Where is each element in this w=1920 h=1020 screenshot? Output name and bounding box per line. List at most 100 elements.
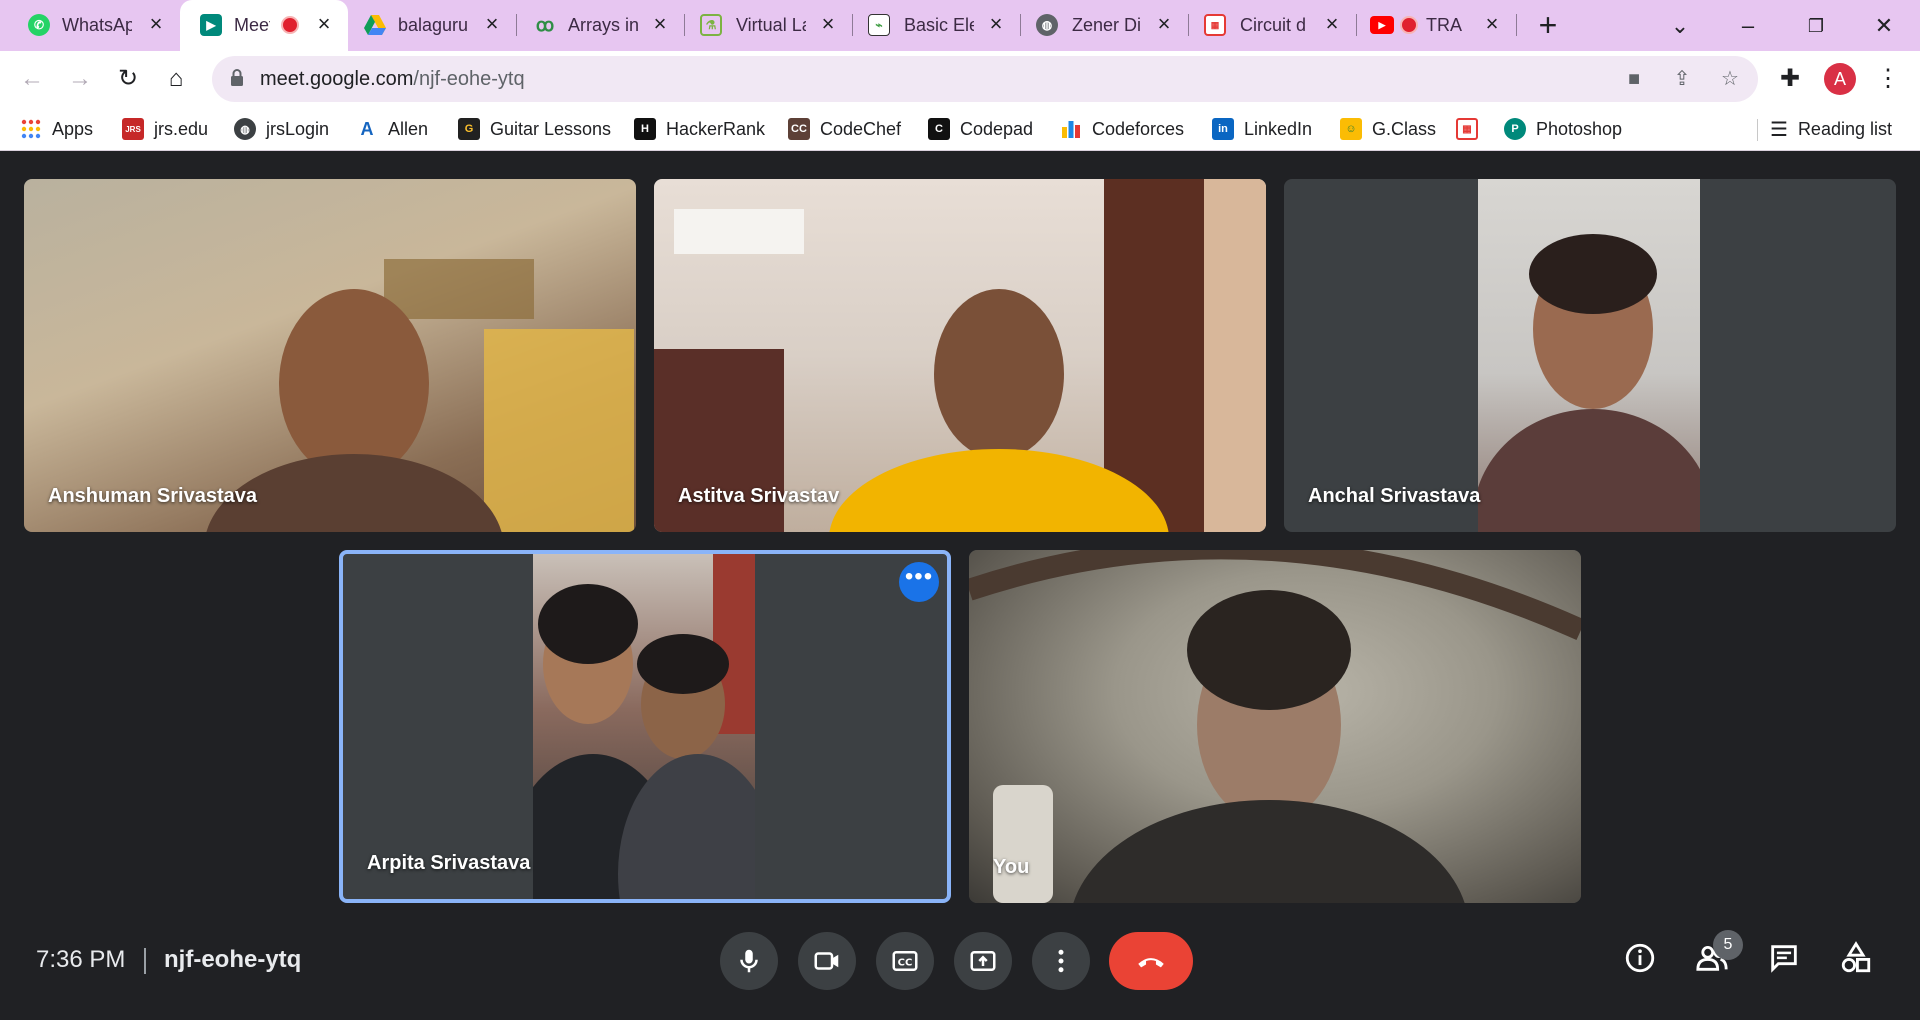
meeting-details-button[interactable] bbox=[1618, 936, 1662, 980]
bookmark-apps[interactable]: Apps bbox=[20, 114, 93, 144]
photoshop-icon: P bbox=[1504, 118, 1526, 140]
url-host: meet.google.com bbox=[260, 68, 414, 90]
whatsapp-icon: ✆ bbox=[28, 14, 50, 36]
bookmark-jrs-edu[interactable]: JRS jrs.edu bbox=[122, 114, 208, 144]
lock-icon bbox=[231, 69, 243, 86]
close-icon[interactable]: × bbox=[1320, 12, 1344, 36]
close-icon[interactable]: × bbox=[312, 12, 336, 36]
google-meet-icon: ▶ bbox=[200, 14, 222, 36]
tab-virtual-lab[interactable]: ⚗ Virtual La × bbox=[684, 0, 853, 51]
tab-circuit[interactable]: ▦ Circuit d × bbox=[1188, 0, 1357, 51]
close-icon[interactable]: × bbox=[648, 12, 672, 36]
bookmark-codepad[interactable]: C Codepad bbox=[928, 114, 1033, 144]
participant-video bbox=[24, 179, 636, 532]
bookmark-gclass[interactable]: ☺ G.Class bbox=[1340, 114, 1436, 144]
close-icon[interactable]: × bbox=[984, 12, 1008, 36]
bookmark-codeforces[interactable]: Codeforces bbox=[1060, 114, 1184, 144]
tab-search-icon[interactable]: ⌄ bbox=[1660, 6, 1700, 46]
close-icon[interactable]: × bbox=[144, 12, 168, 36]
camera-in-use-icon[interactable]: ■ bbox=[1622, 67, 1646, 91]
bookmark-label: Apps bbox=[52, 118, 94, 139]
participant-video bbox=[654, 179, 1266, 532]
tab-basic-ele[interactable]: ⌁ Basic Ele × bbox=[852, 0, 1021, 51]
address-bar[interactable]: meet.google.com/njf-eohe-ytq ■ ⇪ ☆ bbox=[212, 56, 1758, 102]
back-icon[interactable]: ← bbox=[14, 61, 50, 97]
tab-title: WhatsApp bbox=[62, 15, 132, 35]
captions-button[interactable]: CC bbox=[876, 932, 934, 990]
bookmark-photoshop[interactable]: P Photoshop bbox=[1504, 114, 1622, 144]
participant-video bbox=[969, 550, 1581, 903]
reading-list-icon: ☰ bbox=[1770, 118, 1788, 141]
reading-list-button[interactable]: ☰ Reading list bbox=[1770, 114, 1892, 144]
tab-zener[interactable]: ◍ Zener Di × bbox=[1020, 0, 1189, 51]
present-screen-button[interactable] bbox=[954, 932, 1012, 990]
virtual-lab-icon: ⚗ bbox=[700, 14, 722, 36]
new-tab-button[interactable]: + bbox=[1530, 8, 1566, 44]
microphone-button[interactable] bbox=[720, 932, 778, 990]
close-icon[interactable]: × bbox=[1152, 12, 1176, 36]
tab-meet[interactable]: ▶ Meet × bbox=[180, 0, 348, 51]
bookmark-hackerrank[interactable]: H HackerRank bbox=[634, 114, 765, 144]
close-window-button[interactable]: ✕ bbox=[1864, 6, 1904, 46]
chat-button[interactable] bbox=[1762, 936, 1806, 980]
meeting-clock: 7:36 PM bbox=[36, 946, 126, 973]
home-icon[interactable]: ⌂ bbox=[158, 61, 194, 97]
bookmark-guitar-lessons[interactable]: G Guitar Lessons bbox=[458, 114, 611, 144]
url-text: meet.google.com/njf-eohe-ytq bbox=[260, 68, 525, 91]
close-icon[interactable]: × bbox=[816, 12, 840, 36]
bookmarks-divider bbox=[1757, 119, 1758, 141]
bookmark-label: Allen bbox=[388, 118, 429, 139]
tab-strip: ✆ WhatsApp × ▶ Meet × balaguru × ꝏ Array… bbox=[0, 0, 1920, 51]
bookmark-label: Photoshop bbox=[1536, 118, 1623, 139]
closed-captions-icon: CC bbox=[892, 951, 918, 971]
bookmark-jrslogin[interactable]: ◍ jrsLogin bbox=[234, 114, 329, 144]
bookmark-label: Codepad bbox=[960, 118, 1034, 139]
forward-icon[interactable]: → bbox=[62, 61, 98, 97]
reload-icon[interactable]: ↻ bbox=[110, 61, 146, 97]
globe-icon: ◍ bbox=[1036, 14, 1058, 36]
tab-youtube[interactable]: ▶ TRAN × bbox=[1356, 0, 1517, 51]
participant-name: Anchal Srivastava bbox=[1308, 485, 1481, 507]
bookmark-star-icon[interactable]: ☆ bbox=[1718, 67, 1742, 91]
participant-tile-you[interactable]: You bbox=[969, 550, 1581, 903]
bookmark-allen[interactable]: A Allen bbox=[356, 114, 429, 144]
more-options-button[interactable] bbox=[1032, 932, 1090, 990]
bookmark-codechef[interactable]: CC CodeChef bbox=[788, 114, 901, 144]
restore-button[interactable]: ❐ bbox=[1796, 6, 1836, 46]
apps-grid-icon bbox=[20, 118, 42, 140]
more-options-button[interactable]: ••• bbox=[899, 562, 939, 602]
leave-call-button[interactable] bbox=[1109, 932, 1193, 990]
activities-button[interactable] bbox=[1834, 936, 1878, 980]
google-drive-icon bbox=[364, 14, 386, 36]
participant-tile-anchal[interactable]: Anchal Srivastava bbox=[1284, 179, 1896, 532]
bookmark-linkedin[interactable]: in LinkedIn bbox=[1212, 114, 1312, 144]
meeting-code[interactable]: njf-eohe-ytq bbox=[164, 946, 301, 974]
participant-video bbox=[503, 554, 778, 899]
tab-whatsapp[interactable]: ✆ WhatsApp × bbox=[0, 0, 181, 51]
profile-avatar[interactable]: A bbox=[1824, 63, 1856, 95]
camera-button[interactable] bbox=[798, 932, 856, 990]
meeting-controls-bar: 7:36 PM njf-eohe-ytq CC 5 bbox=[0, 912, 1920, 1020]
close-icon[interactable]: × bbox=[1480, 12, 1504, 36]
tab-arrays[interactable]: ꝏ Arrays in × bbox=[516, 0, 685, 51]
bookmark-label: HackerRank bbox=[666, 118, 766, 139]
bookmark-label: CodeChef bbox=[820, 118, 902, 139]
participant-tile-astitva[interactable]: Astitva Srivastav bbox=[654, 179, 1266, 532]
bookmark-label: Guitar Lessons bbox=[490, 118, 612, 139]
tab-title: Circuit d bbox=[1240, 15, 1307, 35]
extensions-icon[interactable]: ✚ bbox=[1772, 61, 1808, 97]
bookmark-circuit[interactable]: ▦ bbox=[1456, 114, 1488, 144]
participant-tile-arpita[interactable]: ••• Arpita Srivastava bbox=[339, 550, 951, 903]
guitar-icon: G bbox=[458, 118, 480, 140]
share-icon[interactable]: ⇪ bbox=[1670, 67, 1694, 91]
participant-name: Astitva Srivastav bbox=[678, 485, 840, 507]
tab-balaguru[interactable]: balaguru × bbox=[348, 0, 517, 51]
tab-title: balaguru bbox=[398, 15, 468, 35]
participant-tile-anshuman[interactable]: Anshuman Srivastava bbox=[24, 179, 636, 532]
close-icon[interactable]: × bbox=[480, 12, 504, 36]
minimize-button[interactable]: – bbox=[1728, 6, 1768, 46]
recording-icon bbox=[1400, 16, 1418, 34]
participant-name: Arpita Srivastava bbox=[367, 852, 531, 874]
menu-kebab-icon[interactable]: ⋮ bbox=[1870, 61, 1906, 97]
bookmark-label: jrs.edu bbox=[154, 118, 209, 139]
